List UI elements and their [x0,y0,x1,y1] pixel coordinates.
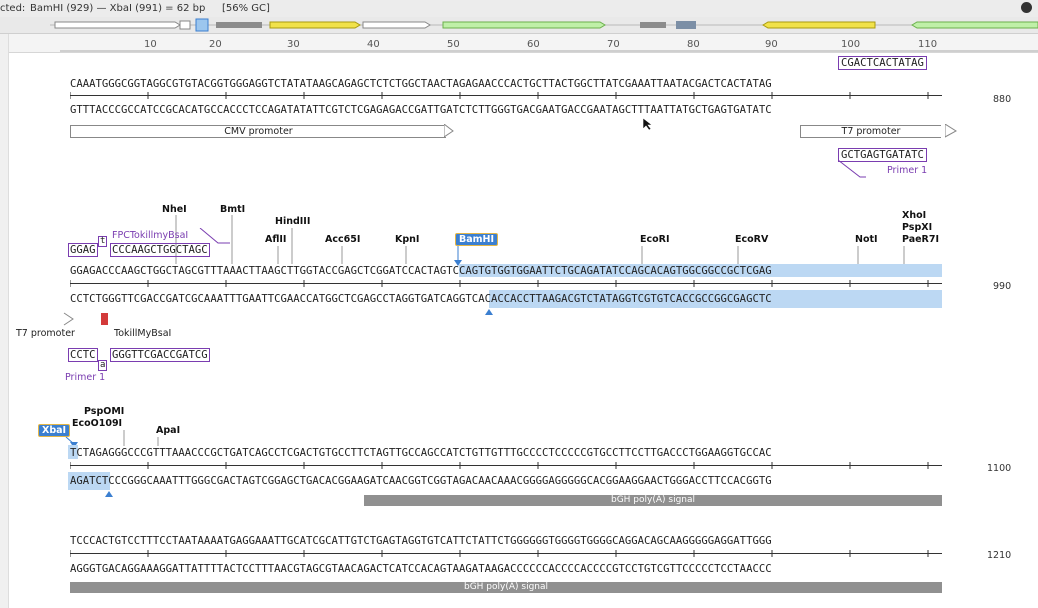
strand-scale [70,92,942,99]
forward-strand[interactable]: TCTAGAGGGCCCGTTTAAACCCGCTGATCAGCCTCGACTG… [70,447,772,459]
forward-strand[interactable]: TCCCACTGTCCTTTCCTAATAAAATGAGGAAATTGCATCG… [70,535,772,547]
fpc-primer-left[interactable]: GGAG [68,243,98,257]
status-prefix: cted: [0,3,26,14]
ruler-tick-label: 70 [607,39,620,50]
position-label: 1100 [987,463,1012,474]
strand-scale [70,462,942,469]
position-label: 990 [993,281,1012,292]
left-panel-edge[interactable] [0,34,9,608]
primer-top-sequence[interactable]: CGACTCACTATAG [838,56,927,70]
strand-scale [70,550,942,557]
ruler-tick-label: 20 [209,39,222,50]
selection-range: BamHI (929) — XbaI (991) = 62 bp [30,3,206,14]
position-label: 880 [993,94,1012,105]
fpc-primer-right[interactable]: CCCAAGCTGGCTAGC [110,243,210,257]
mouse-cursor-icon [642,117,652,131]
ruler-tick-label: 100 [841,39,861,50]
settings-icon[interactable] [1021,2,1032,13]
fpc-mismatch-base: t [98,236,108,247]
ruler-tick-label: 30 [287,39,300,50]
feature-tokillmybsai[interactable]: TokillMyBsaI [114,328,171,339]
xbai-bottom-cut-icon [105,491,113,497]
feature-cmv-promoter[interactable]: CMV promoter [70,125,446,138]
forward-strand[interactable]: GGAGACCCAAGCTGGCTAGCGTTTAAACTTAAGCTTGGTA… [70,265,772,277]
reverse-strand[interactable]: AGGGTGACAGGAAAGGATTATTTTACTCCTTTAACGTAGC… [70,563,772,575]
selection-status-bar: cted: BamHI (929) — XbaI (991) = 62 bp [… [0,0,1038,18]
primer-left[interactable]: CCTC [68,348,98,362]
bamhi-bottom-cut-icon [485,309,493,315]
ruler-tick-label: 40 [367,39,380,50]
primer-mismatch-base: a [98,360,108,371]
primer-label: Primer 1 [65,372,106,383]
primer-label: Primer 1 [887,165,928,176]
strand-scale [70,280,942,287]
ruler-tick-label: 80 [687,39,700,50]
ruler-tick-label: 90 [765,39,778,50]
position-label: 1210 [987,550,1012,561]
ruler-tick-label: 110 [918,39,938,50]
gc-content: [56% GC] [222,3,270,14]
ruler-tick-label: 50 [447,39,460,50]
forward-strand[interactable]: CAAATGGGCGGTAGGCGTGTACGGTGGGAGGTCTATATAA… [70,78,772,90]
ruler-tick-label: 60 [527,39,540,50]
position-ruler: 10 20 30 40 50 60 70 80 90 100 110 [0,34,1038,53]
t7-arrow-head-icon [945,124,957,138]
sequence-overview-map[interactable] [0,17,1038,34]
feature-t7-promoter[interactable]: T7 promoter [800,125,941,138]
feature-bgh-polya-cont[interactable]: bGH poly(A) signal [70,582,942,593]
primer-right[interactable]: GGGTTCGACCGATCG [110,348,210,362]
feature-t7-promoter-cont[interactable]: T7 promoter [16,328,75,339]
reverse-strand[interactable]: AGATCTCCCGGGCAAATTTGGGCGACTAGTCGGAGCTGAC… [70,475,772,487]
enzyme-cut-lines [65,430,159,448]
primer-tail-icon [838,160,866,178]
overview-features [50,18,1038,32]
cmv-arrow-head-icon [444,124,454,138]
fpc-primer-label: FPCTokillmyBsaI [112,230,189,241]
bsai-feature-marker[interactable] [101,313,108,325]
fpc-primer-arrow-icon [199,228,230,244]
t7-arrow-tail-icon [63,312,74,326]
reverse-strand[interactable]: GTTTACCCGCCATCCGCACATGCCACCCTCCAGATATATT… [70,104,772,116]
ruler-tick-label: 10 [144,39,157,50]
feature-bgh-polya[interactable]: bGH poly(A) signal [364,495,942,506]
reverse-strand[interactable]: CCTCTGGGTTCGACCGATCGCAAATTTGAATTCGAACCAT… [70,293,772,305]
